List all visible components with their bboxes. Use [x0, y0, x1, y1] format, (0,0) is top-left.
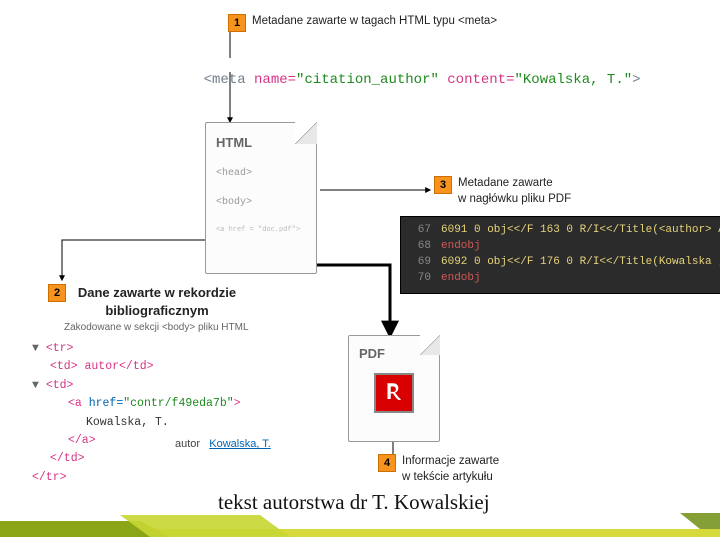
callout-3: 3 Metadane zawarte w nagłówku pliku PDF: [434, 176, 571, 207]
callout-text: Dane zawarte w rekordzie bibliograficzny…: [72, 284, 242, 319]
meta-tag-code: <meta name="citation_author" content="Ko…: [170, 56, 641, 104]
callout-text: Metadane zawarte w nagłówku pliku PDF: [458, 176, 571, 207]
adobe-pdf-icon: [374, 373, 414, 413]
callout-num: 4: [378, 454, 396, 472]
rendered-author-line: autor Kowalska, T.: [175, 438, 271, 450]
html-file-icon: HTML <head> <body> <a href = "doc.pdf">: [205, 122, 317, 274]
callout-num: 2: [48, 284, 66, 302]
callout-2: 2 Dane zawarte w rekordzie bibliograficz…: [48, 284, 242, 319]
pdf-link-label: <a href = "doc.pdf">: [216, 226, 316, 234]
author-link[interactable]: Kowalska, T.: [209, 438, 271, 450]
dogear-icon: [295, 122, 317, 144]
callout-text: Informacje zawarte w tekście artykułu: [402, 454, 499, 485]
pdf-file-icon: PDF: [348, 335, 440, 442]
html-body-code: ▼ <tr> <td> autor</td> ▼ <td> <a href="c…: [32, 340, 241, 487]
callout-num: 3: [434, 176, 452, 194]
pdf-header-code: 676091 0 obj<</F 163 0 R/I<</Title(<auth…: [400, 216, 720, 294]
callout-4: 4 Informacje zawarte w tekście artykułu: [378, 454, 499, 485]
body-label: <body>: [216, 197, 316, 208]
callout-2-subtitle: Zakodowane w sekcji <body> pliku HTML: [64, 322, 249, 333]
callout-1: 1 Metadane zawarte w tagach HTML typu <m…: [228, 14, 497, 32]
head-label: <head>: [216, 168, 316, 179]
footer-decor: [0, 512, 720, 540]
callout-text: Metadane zawarte w tagach HTML typu <met…: [252, 14, 497, 30]
dogear-icon: [420, 335, 440, 355]
callout-num: 1: [228, 14, 246, 32]
